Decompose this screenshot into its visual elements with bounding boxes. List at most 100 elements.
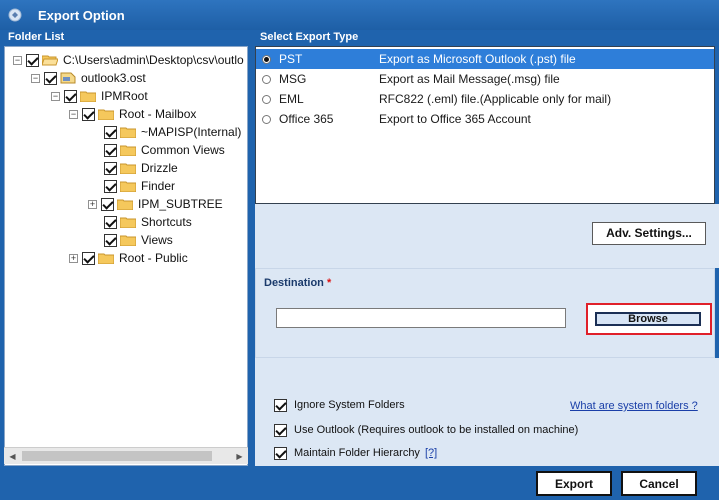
tree-checkbox[interactable] xyxy=(82,251,95,265)
type-description: Export as Microsoft Outlook (.pst) file xyxy=(379,52,576,66)
radio-button[interactable] xyxy=(262,94,271,104)
tree-checkbox[interactable] xyxy=(104,125,117,139)
option-label: Use Outlook (Requires outlook to be inst… xyxy=(294,424,579,436)
collapse-icon[interactable]: − xyxy=(69,109,78,119)
scroll-right-icon[interactable]: ▶ xyxy=(231,448,248,465)
tree-item-common-views[interactable]: Common Views xyxy=(104,141,225,159)
tree-checkbox[interactable] xyxy=(104,233,117,247)
type-name: PST xyxy=(279,52,303,66)
ignore-system-folders-checkbox[interactable] xyxy=(274,398,287,412)
folder-icon xyxy=(120,181,136,192)
folder-icon xyxy=(80,91,96,102)
radio-button[interactable] xyxy=(262,54,271,64)
folder-list-label: Folder List xyxy=(8,31,65,43)
type-name: MSG xyxy=(279,72,307,86)
tree-item-root-mailbox[interactable]: − Root - Mailbox xyxy=(69,105,196,123)
adv-settings-button[interactable]: Adv. Settings... xyxy=(592,222,706,245)
folder-icon xyxy=(120,235,136,246)
collapse-icon[interactable]: − xyxy=(13,55,22,65)
ignore-system-folders-option[interactable]: Ignore System Folders xyxy=(274,397,405,413)
tree-item-ost[interactable]: − outlook3.ost xyxy=(31,69,146,87)
expand-icon[interactable]: + xyxy=(88,199,97,209)
folder-icon xyxy=(98,109,114,120)
tree-checkbox[interactable] xyxy=(104,179,117,193)
folder-icon xyxy=(117,199,133,210)
tree-checkbox[interactable] xyxy=(82,107,95,121)
browse-highlight: Browse xyxy=(586,303,712,335)
tree-item-label: outlook3.ost xyxy=(81,71,146,85)
option-label: Maintain Folder Hierarchy xyxy=(294,447,420,459)
scroll-left-icon[interactable]: ◀ xyxy=(4,448,21,465)
tree-item-label: Shortcuts xyxy=(141,215,192,229)
type-name: EML xyxy=(279,92,304,106)
type-description: Export to Office 365 Account xyxy=(379,112,531,126)
tree-item-label: Finder xyxy=(141,179,176,193)
tree-item-label: C:\Users\admin\Desktop\csv\outlo xyxy=(63,53,244,67)
type-description: Export as Mail Message(.msg) file xyxy=(379,72,560,86)
use-outlook-checkbox[interactable] xyxy=(274,423,287,437)
folder-tree: − C:\Users\admin\Desktop\csv\outlo − out… xyxy=(4,46,248,466)
tree-item-label: Drizzle xyxy=(141,161,178,175)
system-folders-help-link[interactable]: What are system folders ? xyxy=(570,400,698,412)
scrollbar-thumb[interactable] xyxy=(22,451,212,461)
cancel-button[interactable]: Cancel xyxy=(621,471,697,496)
export-type-office365[interactable]: Office 365 Export to Office 365 Account xyxy=(256,109,714,129)
tree-checkbox[interactable] xyxy=(104,215,117,229)
radio-button[interactable] xyxy=(262,74,271,84)
tree-item-label: Views xyxy=(141,233,173,247)
title-bar: Export Option xyxy=(0,0,719,30)
required-mark: * xyxy=(326,277,332,289)
tree-checkbox[interactable] xyxy=(26,53,39,67)
tree-checkbox[interactable] xyxy=(44,71,57,85)
use-outlook-option[interactable]: Use Outlook (Requires outlook to be inst… xyxy=(274,422,578,438)
tree-item-ipmroot[interactable]: − IPMRoot xyxy=(51,87,148,105)
tree-item-label: Root - Public xyxy=(119,251,188,265)
hierarchy-help-link[interactable]: [?] xyxy=(425,447,437,459)
tree-checkbox[interactable] xyxy=(104,161,117,175)
export-option-window: Export Option Folder List − C:\Users\adm… xyxy=(0,0,719,500)
tree-item-ipm-subtree[interactable]: + IPM_SUBTREE xyxy=(88,195,223,213)
tree-item-views[interactable]: Views xyxy=(104,231,173,249)
tree-item-drizzle[interactable]: Drizzle xyxy=(104,159,178,177)
window-title: Export Option xyxy=(38,8,125,23)
tree-item-root-public[interactable]: + Root - Public xyxy=(69,249,188,267)
tree-item-label: IPM_SUBTREE xyxy=(138,197,223,211)
export-type-eml[interactable]: EML RFC822 (.eml) file.(Applicable only … xyxy=(256,89,714,109)
browse-button[interactable]: Browse xyxy=(595,312,701,326)
export-type-list: PST Export as Microsoft Outlook (.pst) f… xyxy=(255,46,715,204)
option-label: Ignore System Folders xyxy=(294,399,405,411)
destination-label: Destination * xyxy=(264,277,331,289)
export-button[interactable]: Export xyxy=(536,471,612,496)
type-name: Office 365 xyxy=(279,112,334,126)
tree-horizontal-scrollbar[interactable]: ◀ ▶ xyxy=(4,447,248,464)
destination-panel: Destination * Browse xyxy=(255,268,715,358)
tree-checkbox[interactable] xyxy=(101,197,114,211)
destination-label-text: Destination xyxy=(264,277,324,289)
collapse-icon[interactable]: − xyxy=(51,91,60,101)
maintain-hierarchy-checkbox[interactable] xyxy=(274,446,287,460)
tree-item-shortcuts[interactable]: Shortcuts xyxy=(104,213,192,231)
tree-item-label: Root - Mailbox xyxy=(119,107,197,121)
folder-icon xyxy=(120,145,136,156)
tree-item-label: Common Views xyxy=(141,143,225,157)
tree-item-label: ~MAPISP(Internal) xyxy=(141,125,242,139)
folder-icon xyxy=(120,163,136,174)
tree-item-mapisp[interactable]: ~MAPISP(Internal) xyxy=(104,123,241,141)
export-type-label: Select Export Type xyxy=(260,31,359,43)
tree-item-label: IPMRoot xyxy=(101,89,148,103)
type-description: RFC822 (.eml) file.(Applicable only for … xyxy=(379,92,612,106)
tree-item-finder[interactable]: Finder xyxy=(104,177,175,195)
ost-file-icon xyxy=(60,72,76,84)
folder-icon xyxy=(120,217,136,228)
tree-checkbox[interactable] xyxy=(104,143,117,157)
export-type-pst[interactable]: PST Export as Microsoft Outlook (.pst) f… xyxy=(256,49,714,69)
maintain-hierarchy-option[interactable]: Maintain Folder Hierarchy [?] xyxy=(274,445,437,461)
folder-icon xyxy=(120,127,136,138)
tree-checkbox[interactable] xyxy=(64,89,77,103)
destination-path-input[interactable] xyxy=(276,308,566,328)
tree-item-root-path[interactable]: − C:\Users\admin\Desktop\csv\outlo xyxy=(13,51,244,69)
export-type-msg[interactable]: MSG Export as Mail Message(.msg) file xyxy=(256,69,714,89)
radio-button[interactable] xyxy=(262,114,271,124)
expand-icon[interactable]: + xyxy=(69,253,78,263)
collapse-icon[interactable]: − xyxy=(31,73,40,83)
